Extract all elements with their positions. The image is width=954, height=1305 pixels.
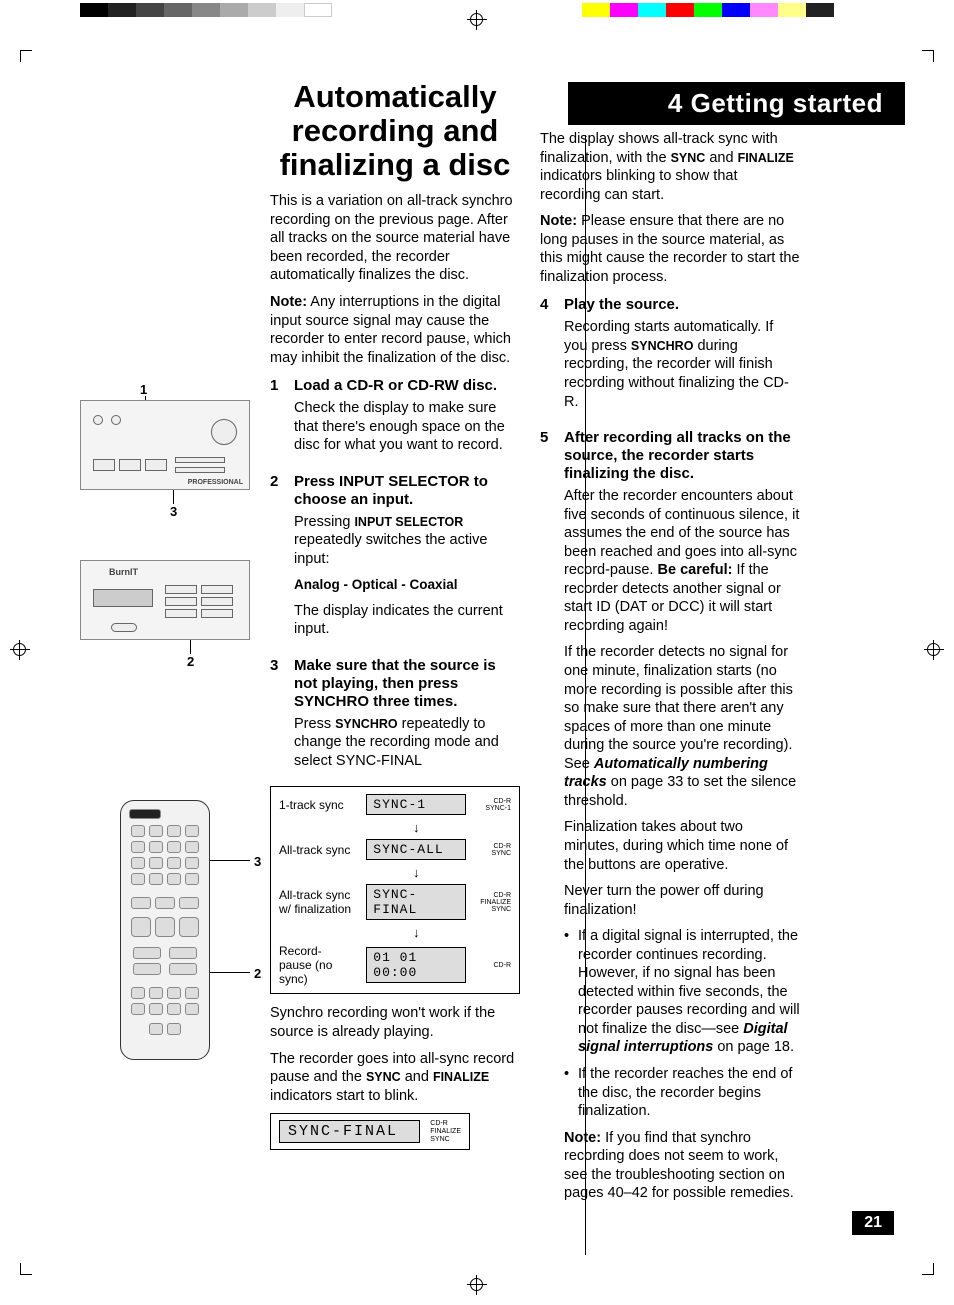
- sync-mode-table: 1-track sync SYNC-1 CD-RSYNC-1 ↓ All-tra…: [270, 786, 520, 994]
- registration-mark-bottom: [467, 1275, 487, 1295]
- step-1: 1 Load a CD-R or CD-RW disc. Check the d…: [270, 377, 520, 463]
- step-3: 3 Make sure that the source is not playi…: [270, 657, 520, 779]
- post-table-p1: Synchro recording won't work if the sour…: [270, 1004, 520, 1041]
- device-front-panel-top: PROFESSIONAL: [80, 400, 250, 490]
- callout-2-remote: 2: [254, 966, 261, 981]
- registration-mark-left: [10, 640, 30, 660]
- chapter-banner: 4 Getting started: [568, 82, 905, 125]
- callout-2: 2: [187, 654, 194, 669]
- crop-mark: [20, 1263, 32, 1275]
- illustration-column: 1 PROFESSIONAL 3: [80, 80, 250, 1211]
- intro-paragraph: This is a variation on all-track synchro…: [270, 192, 520, 285]
- post-table-p2: The recorder goes into all-sync record p…: [270, 1050, 520, 1106]
- crop-mark: [922, 50, 934, 62]
- step-5: 5 After recording all tracks on the sour…: [540, 429, 800, 1211]
- callout-1: 1: [140, 382, 147, 397]
- bullet-end-of-disc: If the recorder reaches the end of the d…: [564, 1065, 800, 1121]
- registration-mark-top: [467, 10, 487, 30]
- callout-3-remote: 3: [254, 854, 261, 869]
- device-front-panel-mid: BurnIT: [80, 560, 250, 640]
- column-right: The display shows all-track sync with fi…: [540, 80, 800, 1211]
- page-number: 21: [852, 1211, 894, 1235]
- color-bar-left: [80, 3, 332, 17]
- registration-mark-right: [924, 640, 944, 660]
- remote-control: [120, 800, 210, 1060]
- column-middle: Automatically recording and finalizing a…: [270, 80, 520, 1211]
- final-display: SYNC-FINAL CD-R FINALIZE SYNC: [270, 1113, 470, 1150]
- bullet-digital-signal: If a digital signal is interrupted, the …: [564, 927, 800, 1057]
- crop-mark: [20, 50, 32, 62]
- step-4: 4 Play the source. Recording starts auto…: [540, 296, 800, 419]
- callout-3: 3: [170, 504, 177, 519]
- page-title: Automatically recording and finalizing a…: [270, 80, 520, 182]
- step-2: 2 Press INPUT SELECTOR to choose an inpu…: [270, 473, 520, 647]
- crop-mark: [922, 1263, 934, 1275]
- color-bar-right: [582, 3, 834, 17]
- intro-note: Note: Any interruptions in the digital i…: [270, 293, 520, 367]
